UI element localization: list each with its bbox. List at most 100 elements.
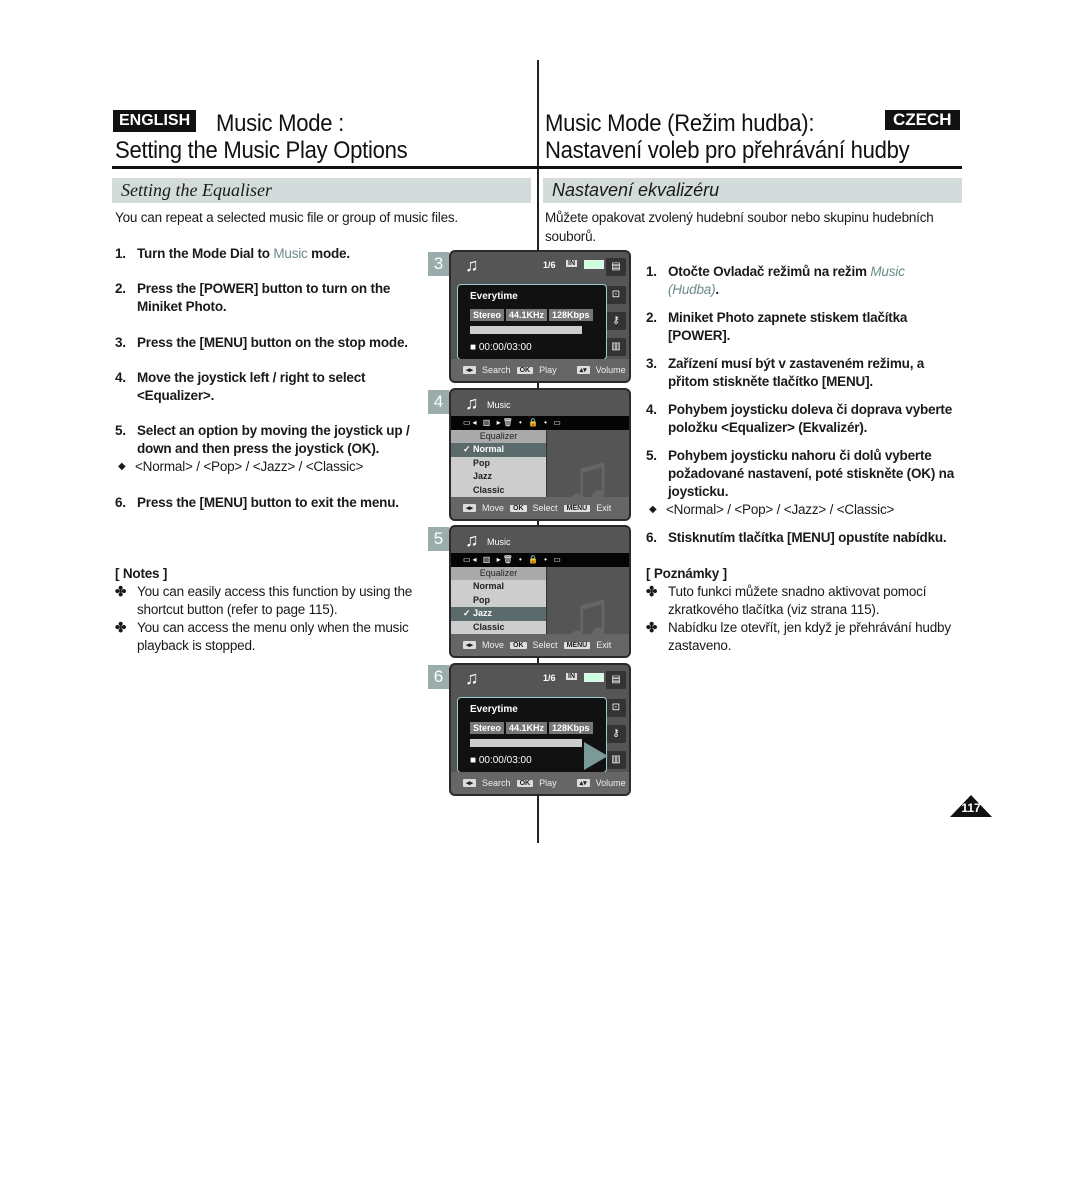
pointer-arrow-icon: [584, 742, 608, 770]
step-text: Zařízení musí být v zastaveném režimu, a…: [668, 356, 925, 389]
note-item: ✤ You can easily access this function by …: [115, 583, 420, 619]
menu-screen: ♫ Music ▭◂ ▥ ▸🗑 • 🔒 • ▭ Equalizer Normal…: [449, 525, 631, 658]
step-text: Stisknutím tlačítka [MENU] opustíte nabí…: [668, 530, 947, 545]
step-number: 6.: [646, 530, 657, 545]
volume-hint: Volume: [595, 365, 626, 375]
track-count: 1/6: [543, 673, 556, 683]
display-area: Everytime Stereo 44.1KHz 128Kbps ■ 00:00/0…: [457, 697, 608, 773]
battery-icon: [584, 260, 604, 269]
hint-bar: ◂▸ Search OK Play ▴▾ Volume: [451, 772, 629, 794]
cz-step-5: 5. Pohybem joysticku nahoru či dolů vyber…: [646, 447, 961, 519]
ok-key: OK: [510, 504, 527, 512]
step-text: Press the [POWER] button to turn on the …: [137, 281, 391, 314]
bitrate-chip: 128Kbps: [549, 309, 593, 321]
note-item: ✤ You can access the menu only when the m…: [115, 619, 420, 655]
cz-step-2: 2. Miniket Photo zapnete stiskem tlačítka…: [646, 309, 926, 345]
en-step-2: 2. Press the [POWER] button to turn on th…: [115, 280, 415, 316]
joystick-ud-icon: ▴▾: [576, 366, 590, 374]
equalizer-options: <Normal> / <Pop> / <Jazz> / <Classic>: [646, 501, 961, 519]
czech-badge: CZECH: [885, 110, 960, 130]
cz-title-line1: Music Mode (Režim hudba):: [545, 110, 815, 137]
progress-bar: [470, 739, 582, 747]
cz-step-6: 6. Stisknutím tlačítka [MENU] opustíte na…: [646, 529, 961, 547]
bullet-icon: ✤: [115, 620, 127, 635]
menu-key: MENU: [563, 641, 591, 649]
move-hint: Move: [482, 640, 505, 650]
header-rule: [112, 166, 962, 169]
player-screen: ♫ 1/6 IN ▤ ⊡ ⚷ ▥ Everytime Stereo 44.1KHz 128…: [449, 663, 631, 796]
volume-hint: Volume: [595, 778, 626, 788]
playlist-icon: ▤: [606, 258, 626, 276]
exit-hint: Exit: [596, 640, 612, 650]
option-pop[interactable]: Pop: [451, 457, 546, 471]
equalizer-header: Equalizer: [451, 567, 546, 580]
cz-title-line2: Nastavení voleb pro přehrávání hudby: [545, 137, 910, 164]
menu-key: MENU: [563, 504, 591, 512]
repeat-icon: ⊡: [606, 286, 626, 304]
stereo-chip: Stereo: [470, 722, 505, 734]
step-number: 5.: [646, 448, 657, 463]
playlist-icon: ▤: [606, 671, 626, 689]
option-jazz[interactable]: ✓ Jazz: [451, 607, 546, 621]
cz-intro: Můžete opakovat zvolený hudební soubor n…: [545, 210, 934, 244]
menu-tab-bar: ▭◂ ▥ ▸🗑 • 🔒 • ▭: [451, 553, 629, 567]
menu-screen: ♫ Music ▭◂ ▥ ▸🗑 • 🔒 • ▭ Equalizer ✓ Norm…: [449, 388, 631, 521]
joystick-lr-icon: ◂▸: [463, 366, 477, 374]
bullet-icon: ✤: [115, 584, 127, 599]
jazz-equalizer-icon: ▥: [606, 751, 626, 769]
en-step-5: 5. Select an option by moving the joystic…: [115, 422, 420, 476]
option-normal[interactable]: ✓ Normal: [451, 443, 546, 457]
bullet-icon: ✤: [646, 584, 658, 599]
joystick-icon: ◂▸: [463, 504, 477, 512]
option-label: Normal: [473, 444, 505, 454]
step-number: 2.: [115, 281, 126, 296]
step-text: Move the joystick left / right to select…: [137, 370, 366, 403]
step-number: 2.: [646, 310, 657, 325]
step-number: 4.: [646, 402, 657, 417]
screen-number: 3: [428, 252, 449, 276]
joystick-lr-icon: ◂▸: [463, 779, 477, 787]
exit-hint: Exit: [596, 503, 612, 513]
time-readout: ■ 00:00/03:00: [470, 342, 532, 353]
hint-bar: ◂▸ Move OK Select MENU Exit: [451, 634, 629, 656]
battery-icon: [584, 673, 604, 682]
step-text: mode.: [307, 246, 350, 261]
note-item: ✤ Tuto funkci můžete snadno aktivovat pom…: [646, 583, 961, 619]
equalizer-header: Equalizer: [451, 430, 546, 443]
notes-title: [ Notes ]: [115, 566, 168, 581]
option-jazz[interactable]: Jazz: [451, 470, 546, 484]
select-hint: Select: [532, 640, 558, 650]
music-note-icon: ♫: [465, 530, 479, 550]
song-title: Everytime: [470, 291, 518, 302]
cz-section-title: Nastavení ekvalizéru: [543, 178, 962, 203]
step-number: 6.: [115, 495, 126, 510]
music-note-icon: ♫: [465, 393, 479, 413]
lock-key-icon: ⚷: [606, 725, 626, 743]
option-normal[interactable]: Normal: [451, 580, 546, 594]
cz-step-3: 3. Zařízení musí být v zastaveném režimu,…: [646, 355, 946, 391]
hint-bar: ◂▸ Move OK Select MENU Exit: [451, 497, 629, 519]
joystick-icon: ◂▸: [463, 641, 477, 649]
frequency-chip: 44.1KHz: [506, 722, 548, 734]
option-classic[interactable]: Classic: [451, 484, 546, 498]
step-number: 4.: [115, 370, 126, 385]
equalizer-panel: Equalizer Normal Pop ✓ Jazz Classic: [451, 567, 547, 639]
step-text: Select an option by moving the joystick …: [137, 423, 410, 456]
screen-number: 4: [428, 390, 449, 414]
ok-key: OK: [510, 641, 527, 649]
step-text: Pohybem joysticku doleva či doprava vybe…: [668, 402, 953, 435]
screen-number: 6: [428, 665, 449, 689]
option-classic[interactable]: Classic: [451, 621, 546, 635]
step-number: 1.: [115, 246, 126, 261]
en-step-3: 3. Press the [MENU] button on the stop mo…: [115, 334, 420, 352]
note-text: Tuto funkci můžete snadno aktivovat pomo…: [668, 584, 927, 617]
notes-title: [ Poznámky ]: [646, 566, 727, 581]
stereo-chip: Stereo: [470, 309, 505, 321]
option-pop[interactable]: Pop: [451, 594, 546, 608]
search-hint: Search: [482, 365, 511, 375]
menu-title: Music: [487, 537, 511, 547]
player-screen: ♫ 1/6 IN ▤ ⊡ ⚷ ▥ Everytime Stereo 44.1KHz 128…: [449, 250, 631, 383]
equalizer-options: <Normal> / <Pop> / <Jazz> / <Classic>: [115, 458, 420, 476]
step-text: Press the [MENU] button to exit the menu…: [137, 495, 399, 510]
hint-bar: ◂▸ Search OK Play ▴▾ Volume: [451, 359, 629, 381]
